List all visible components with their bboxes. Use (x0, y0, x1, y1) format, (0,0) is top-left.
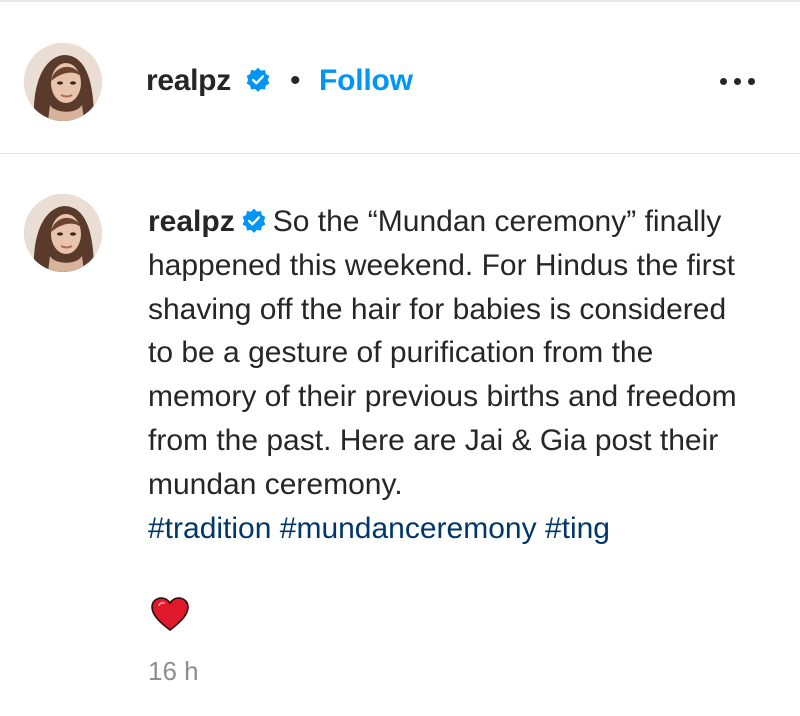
profile-avatar[interactable] (24, 43, 102, 121)
caption-text: realpz So the “Mundan ceremony” finally h… (148, 200, 758, 550)
verified-badge-icon (246, 67, 270, 92)
post-timestamp[interactable]: 16 h (148, 656, 199, 687)
caption-username[interactable]: realpz (148, 205, 235, 238)
more-options-icon[interactable] (716, 68, 760, 94)
hashtag-link[interactable]: #tradition (148, 512, 271, 545)
hashtag-link[interactable]: #ting (545, 512, 610, 545)
hashtag-link[interactable]: #mundanceremony (280, 512, 537, 545)
caption-avatar[interactable] (24, 194, 102, 272)
avatar-image (24, 43, 102, 121)
follow-button[interactable]: Follow (319, 64, 413, 98)
separator-dot: • (290, 64, 301, 97)
avatar-image (24, 194, 102, 272)
post-header: realpz • Follow (0, 2, 800, 154)
caption-body: So the “Mundan ceremony” finally happene… (148, 205, 737, 501)
red-heart-icon (151, 597, 189, 632)
verified-badge-icon (242, 208, 266, 233)
header-username[interactable]: realpz (146, 64, 231, 98)
